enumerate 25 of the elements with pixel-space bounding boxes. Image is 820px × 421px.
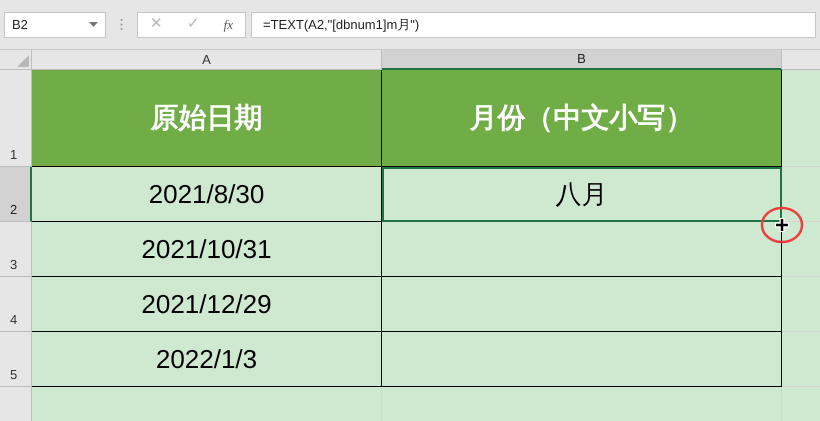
column-header[interactable]: A (32, 50, 382, 70)
row-header[interactable]: 1 (0, 70, 32, 167)
row-header[interactable]: 3 (0, 222, 32, 277)
column-header[interactable]: B (382, 50, 782, 70)
dropdown-arrow-icon[interactable] (89, 22, 98, 27)
corner-triangle-icon (17, 55, 29, 67)
select-all-corner[interactable] (0, 50, 32, 70)
header-cell: 原始日期 (32, 70, 382, 167)
formula-field[interactable]: =TEXT(A2,"[dbnum1]m月") (251, 12, 816, 38)
insert-function-button[interactable]: fx (224, 14, 234, 34)
highlight-circle-icon (760, 206, 804, 244)
table-cell: 2021/12/29 (32, 277, 382, 332)
row-header[interactable]: 5 (0, 332, 32, 387)
row-header[interactable]: 2 (0, 167, 32, 222)
table-cell: 八月 (382, 167, 782, 222)
table-cell: 2021/10/31 (32, 222, 382, 277)
table-cell: 2021/8/30 (32, 167, 382, 222)
name-box[interactable]: B2 (4, 12, 106, 38)
header-cell: 月份（中文小写） (382, 70, 782, 167)
grip-icon (120, 18, 123, 31)
column-header[interactable] (782, 50, 820, 70)
crosshair-cursor-icon (774, 217, 790, 233)
row-header[interactable] (0, 387, 32, 421)
table-cell: 2022/1/3 (32, 332, 382, 387)
row-header[interactable]: 4 (0, 277, 32, 332)
